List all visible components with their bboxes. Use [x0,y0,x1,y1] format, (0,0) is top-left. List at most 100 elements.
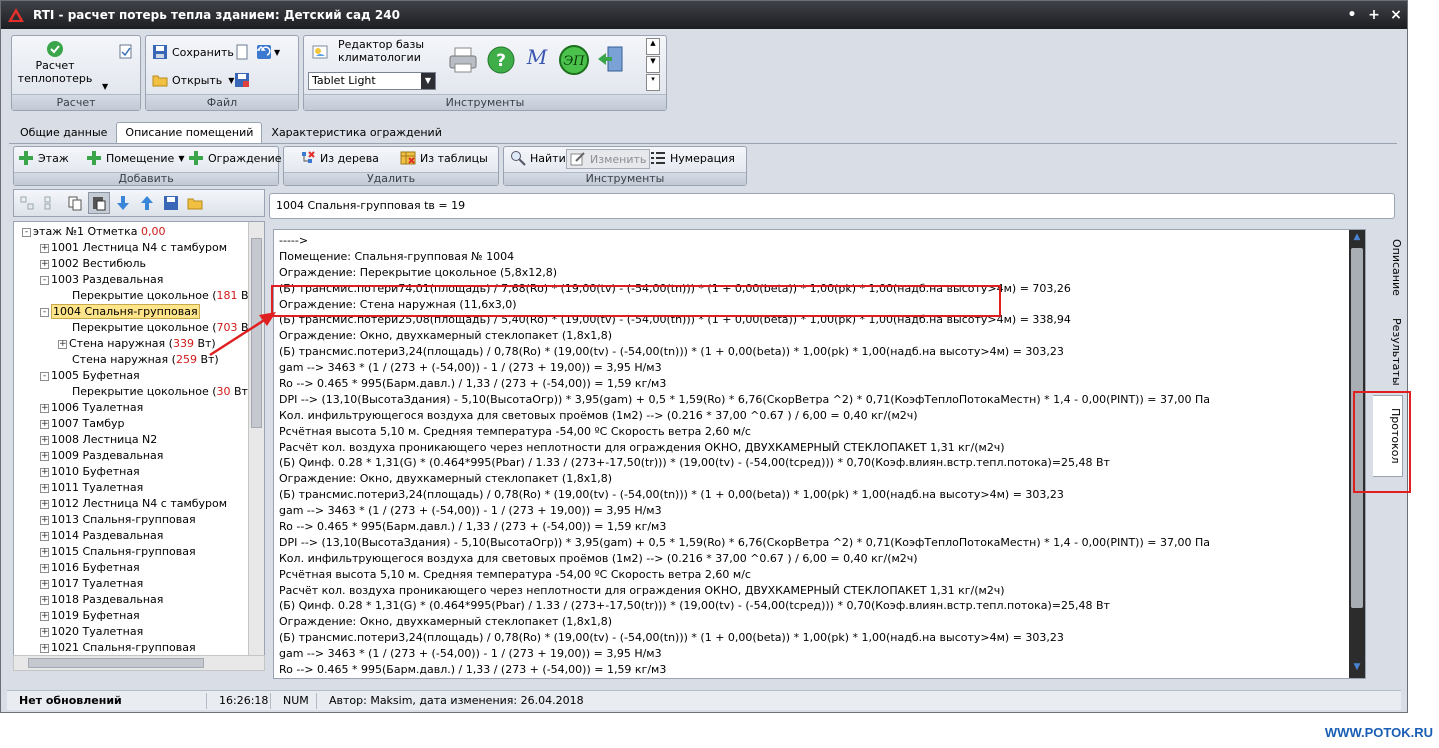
add-room-dropdown-icon[interactable]: ▼ [178,154,184,163]
expand-icon[interactable]: + [40,499,49,509]
expand-icon[interactable]: + [40,579,49,589]
change-button[interactable]: Изменить [566,149,651,169]
ribbon-scroll-up-icon[interactable]: ▲ [646,38,660,55]
help-icon[interactable]: ? [486,45,516,78]
tab-fences-characteristics[interactable]: Характеристика ограждений [262,122,450,144]
tree-horizontal-scrollbar[interactable] [13,655,265,671]
collapse-icon[interactable]: - [40,307,49,317]
tree-item[interactable]: +1013 Спальня-групповая [22,512,246,528]
tree-item[interactable]: +1016 Буфетная [22,560,246,576]
expand-icon[interactable]: + [40,403,49,413]
tree-item[interactable]: +1014 Раздевальная [22,528,246,544]
protocol-vertical-scrollbar[interactable]: ▲ ▼ [1349,230,1365,678]
expand-icon[interactable]: + [58,339,67,349]
add-floor-button[interactable]: Этаж [18,150,69,166]
expand-icon[interactable]: + [40,627,49,637]
tree-item[interactable]: +1020 Туалетная [22,624,246,640]
move-down-icon[interactable] [112,192,134,214]
scroll-up-icon[interactable]: ▲ [1349,232,1365,246]
collapse-all-icon[interactable] [40,192,62,214]
expand-icon[interactable]: + [40,547,49,557]
expand-icon[interactable]: + [40,435,49,445]
tree-item[interactable]: -1005 Буфетная [22,368,246,384]
delete-from-tree-button[interactable]: Из дерева [300,150,379,166]
tree-item[interactable]: Перекрытие цокольное (181 Вт) [22,288,259,304]
protocol-scroll-thumb[interactable] [1351,248,1363,608]
expand-icon[interactable]: + [40,595,49,605]
tree-item[interactable]: +1021 Спальня-групповая [22,640,246,656]
tree-item[interactable]: +1012 Лестница N4 с тамбуром [22,496,246,512]
tree-item[interactable]: +1017 Туалетная [22,576,246,592]
expand-icon[interactable]: + [40,515,49,525]
report-icon[interactable] [118,44,134,63]
theme-select[interactable]: Tablet Light ▼ [308,72,436,90]
ribbon-expand-icon[interactable]: ▾ [646,74,660,91]
climate-editor-button[interactable]: Редактор базы климатологии [338,38,438,64]
delete-from-table-button[interactable]: Из таблицы [400,150,488,166]
tree-item[interactable]: Стена наружная (259 Вт) [22,352,246,368]
add-room-button[interactable]: Помещение ▼ [86,150,184,166]
add-fence-button[interactable]: Ограждение [188,150,282,166]
tree-item[interactable]: -1003 Раздевальная [22,272,246,288]
printer-icon[interactable] [448,46,478,77]
tree-scroll-thumb[interactable] [251,238,262,428]
exit-door-icon[interactable] [596,44,626,77]
expand-icon[interactable]: + [40,419,49,429]
save-as-icon[interactable] [234,72,250,91]
expand-icon[interactable]: + [40,563,49,573]
side-tab-description[interactable]: Описание [1373,233,1403,301]
minimize-button[interactable]: • [1341,7,1363,23]
tree-open-folder-icon[interactable] [184,192,206,214]
collapse-icon[interactable]: - [22,227,31,237]
manual-icon[interactable]: M [522,44,552,77]
tree-item[interactable]: -1004 Спальня-групповая [22,304,246,320]
tree-vertical-scrollbar[interactable] [248,222,264,670]
undo-dropdown-icon[interactable]: ▼ [274,48,280,57]
tree-save-icon[interactable] [160,192,182,214]
scroll-down-icon[interactable]: ▼ [1349,662,1365,676]
ribbon-scroll-down-icon[interactable]: ▼ [646,56,660,73]
expand-icon[interactable]: + [40,483,49,493]
tab-rooms-description[interactable]: Описание помещений [116,122,263,144]
tree-item[interactable]: +1008 Лестница N2 [22,432,246,448]
open-button[interactable]: Открыть ▼ [152,72,234,88]
find-button[interactable]: Найти [510,150,566,166]
expand-icon[interactable]: + [40,531,49,541]
tree-item[interactable]: +1019 Буфетная [22,608,246,624]
tree-item[interactable]: +1001 Лестница N4 с тамбуром [22,240,246,256]
tree-hscroll-thumb[interactable] [28,658,204,668]
side-tab-results[interactable]: Результаты [1373,317,1403,387]
tree-item[interactable]: - этаж №1 Отметка 0,00 [22,224,246,240]
tree-item[interactable]: +1007 Тамбур [22,416,246,432]
tree-item[interactable]: +1018 Раздевальная [22,592,246,608]
energy-passport-icon[interactable]: ЭП [558,44,590,79]
calculate-heat-loss-button[interactable]: Расчет теплопотерь [18,40,92,85]
tree-item[interactable]: +1015 Спальня-групповая [22,544,246,560]
expand-icon[interactable]: + [40,259,49,269]
tree-item[interactable]: + Стена наружная (339 Вт) [22,336,246,352]
move-up-icon[interactable] [136,192,158,214]
copy-icon[interactable] [64,192,86,214]
close-button[interactable]: × [1385,7,1407,23]
expand-icon[interactable]: + [40,611,49,621]
climate-db-icon[interactable] [312,44,328,63]
tree-item[interactable]: +1009 Раздевальная [22,448,246,464]
collapse-icon[interactable]: - [40,275,49,285]
tree-item[interactable]: Перекрытие цокольное (30 Вт) [22,384,252,400]
collapse-icon[interactable]: - [40,371,49,381]
expand-icon[interactable]: + [40,643,49,653]
expand-icon[interactable]: + [40,451,49,461]
maximize-button[interactable]: + [1363,7,1385,23]
protocol-text-area[interactable]: -----> Помещение: Спальня-групповая № 100… [273,229,1366,679]
tree-item[interactable]: +1002 Вестибюль [22,256,246,272]
tree-item[interactable]: Перекрытие цокольное (703 Вт) [22,320,259,336]
numbering-button[interactable]: Нумерация [650,150,735,166]
save-button[interactable]: Сохранить [152,44,234,60]
tab-general-data[interactable]: Общие данные [11,122,116,144]
theme-dropdown-icon[interactable]: ▼ [421,73,435,89]
expand-icon[interactable]: + [40,467,49,477]
tree-item[interactable]: +1011 Туалетная [22,480,246,496]
undo-icon[interactable] [256,44,272,63]
expand-all-icon[interactable] [16,192,38,214]
dropdown-arrow-icon[interactable]: ▼ [102,82,108,91]
